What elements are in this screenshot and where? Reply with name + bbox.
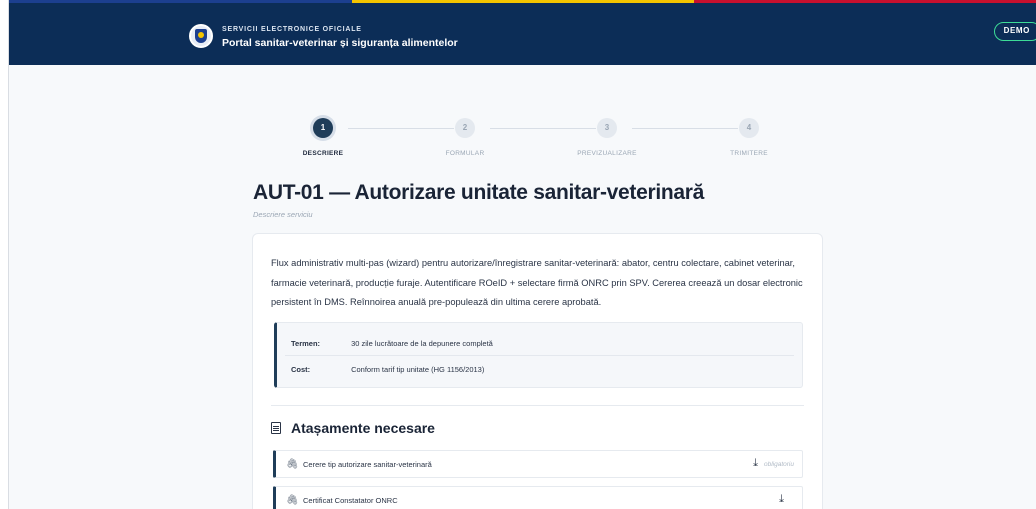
attachment-name: Cerere tip autorizare sanitar-veterinară	[303, 460, 432, 469]
paperclip-icon: 🖇	[286, 495, 299, 506]
term-value: 30 zile lucrătoare de la depunere comple…	[351, 339, 493, 348]
step-label: TRIMITERE	[730, 150, 768, 157]
wizard-stepper: 1 DESCRIERE 2 FORMULAR 3 PREVIZUALIZARE …	[290, 118, 774, 163]
attachment-item: 🖇 Cerere tip autorizare sanitar-veterina…	[273, 450, 803, 478]
download-icon[interactable]: ⤓	[753, 457, 758, 470]
romanian-coat-of-arms-icon[interactable]	[189, 24, 213, 48]
step-descriere[interactable]: 1 DESCRIERE	[278, 118, 368, 157]
step-label: PREVIZUALIZARE	[577, 150, 637, 157]
flag-stripe	[9, 0, 1036, 3]
attachments-title: Atașamente necesare	[291, 420, 435, 436]
document-icon	[271, 422, 281, 434]
step-number: 4	[739, 118, 759, 138]
term-row: Termen: 30 zile lucrătoare de la depuner…	[291, 339, 493, 348]
org-name: SERVICII ELECTRONICE OFICIALE	[222, 26, 362, 33]
cost-value: Conform tarif tip unitate (HG 1156/2013)	[351, 365, 485, 374]
attachment-name: Certificat Constatator ONRC	[303, 496, 398, 505]
step-label: FORMULAR	[445, 150, 485, 157]
cost-label: Cost:	[291, 365, 311, 374]
page-subtitle: Descriere serviciu	[253, 210, 313, 219]
required-label: obligatoriu	[764, 461, 794, 468]
top-header: SERVICII ELECTRONICE OFICIALE Portal san…	[9, 0, 1036, 65]
step-number: 1	[313, 118, 333, 138]
download-icon[interactable]: ⤓	[779, 493, 784, 506]
step-label: DESCRIERE	[302, 150, 344, 157]
step-number: 2	[455, 118, 475, 138]
step-number: 3	[597, 118, 617, 138]
paperclip-icon: 🖇	[286, 459, 299, 470]
attachments-heading: Atașamente necesare	[271, 420, 435, 436]
page-frame: SERVICII ELECTRONICE OFICIALE Portal san…	[8, 0, 1036, 509]
step-trimitere[interactable]: 4 TRIMITERE	[704, 118, 794, 157]
demo-badge: DEMO	[993, 22, 1036, 41]
cost-row: Cost: Conform tarif tip unitate (HG 1156…	[291, 365, 484, 374]
term-label: Termen:	[291, 339, 321, 348]
page-title: AUT-01 — Autorizare unitate sanitar-vete…	[253, 181, 705, 204]
step-formular[interactable]: 2 FORMULAR	[420, 118, 510, 157]
attachment-item: 🖇 Certificat Constatator ONRC ⤓	[273, 486, 803, 509]
service-card: Flux administrativ multi-pas (wizard) pe…	[252, 233, 823, 509]
info-divider	[285, 355, 794, 356]
portal-name[interactable]: Portal sanitar-veterinar și siguranța al…	[222, 37, 458, 49]
service-description: Flux administrativ multi-pas (wizard) pe…	[271, 258, 803, 307]
section-divider	[271, 405, 804, 406]
service-info-box: Termen: 30 zile lucrătoare de la depuner…	[274, 322, 803, 388]
step-previzualizare[interactable]: 3 PREVIZUALIZARE	[562, 118, 652, 157]
